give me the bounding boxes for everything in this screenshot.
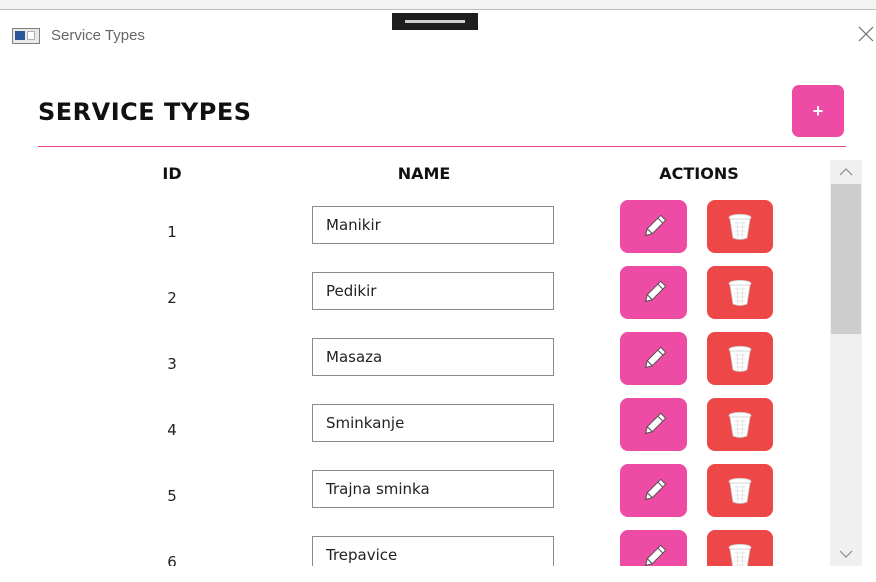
row-id: 6 <box>167 553 177 566</box>
row-id: 2 <box>167 289 177 307</box>
service-name-input[interactable] <box>312 536 554 566</box>
trash-icon <box>728 345 752 372</box>
close-icon[interactable] <box>857 25 875 43</box>
vertical-scrollbar[interactable] <box>830 160 862 566</box>
chevron-down-icon[interactable] <box>830 542 862 566</box>
table-row: 3 <box>38 332 826 398</box>
column-header-id: ID <box>162 164 182 183</box>
pencil-icon <box>644 346 666 368</box>
chevron-up-icon[interactable] <box>830 160 862 184</box>
pencil-icon <box>644 214 666 236</box>
app-window-icon <box>12 28 40 44</box>
service-name-input[interactable] <box>312 272 554 310</box>
row-id: 4 <box>167 421 177 439</box>
add-service-type-button[interactable]: + <box>792 85 844 137</box>
delete-button[interactable] <box>707 398 773 451</box>
title-divider <box>38 146 846 147</box>
service-name-input[interactable] <box>312 338 554 376</box>
window-drag-grip[interactable] <box>392 13 478 30</box>
trash-icon <box>728 411 752 438</box>
pencil-icon <box>644 478 666 500</box>
edit-button[interactable] <box>620 464 687 517</box>
row-id: 1 <box>167 223 177 241</box>
column-header-actions: ACTIONS <box>659 164 739 183</box>
edit-button[interactable] <box>620 530 687 566</box>
table-row: 5 <box>38 464 826 530</box>
delete-button[interactable] <box>707 530 773 566</box>
pencil-icon <box>644 544 666 566</box>
service-name-input[interactable] <box>312 206 554 244</box>
service-name-input[interactable] <box>312 470 554 508</box>
delete-button[interactable] <box>707 464 773 517</box>
edit-button[interactable] <box>620 332 687 385</box>
column-header-name: NAME <box>397 164 451 183</box>
edit-button[interactable] <box>620 266 687 319</box>
trash-icon <box>728 279 752 306</box>
edit-button[interactable] <box>620 398 687 451</box>
window-title: Service Types <box>51 27 145 44</box>
pencil-icon <box>644 412 666 434</box>
window-top-border <box>0 9 876 10</box>
service-types-window: Service Types SERVICE TYPES + ID NAME AC… <box>0 0 876 582</box>
pencil-icon <box>644 280 666 302</box>
table-row: 2 <box>38 266 826 332</box>
page-title: SERVICE TYPES <box>38 98 252 126</box>
row-id: 3 <box>167 355 177 373</box>
service-name-input[interactable] <box>312 404 554 442</box>
delete-button[interactable] <box>707 266 773 319</box>
trash-icon <box>728 543 752 566</box>
delete-button[interactable] <box>707 200 773 253</box>
row-id: 5 <box>167 487 177 505</box>
window-top-edge <box>0 0 876 9</box>
table-header: ID NAME ACTIONS <box>38 148 826 200</box>
trash-icon <box>728 477 752 504</box>
table-row: 4 <box>38 398 826 464</box>
edit-button[interactable] <box>620 200 687 253</box>
service-types-table: ID NAME ACTIONS 1 2 3 4 5 6 <box>38 148 826 566</box>
trash-icon <box>728 213 752 240</box>
delete-button[interactable] <box>707 332 773 385</box>
table-row: 1 <box>38 200 826 266</box>
scrollbar-thumb[interactable] <box>831 184 861 334</box>
table-row: 6 <box>38 530 826 566</box>
